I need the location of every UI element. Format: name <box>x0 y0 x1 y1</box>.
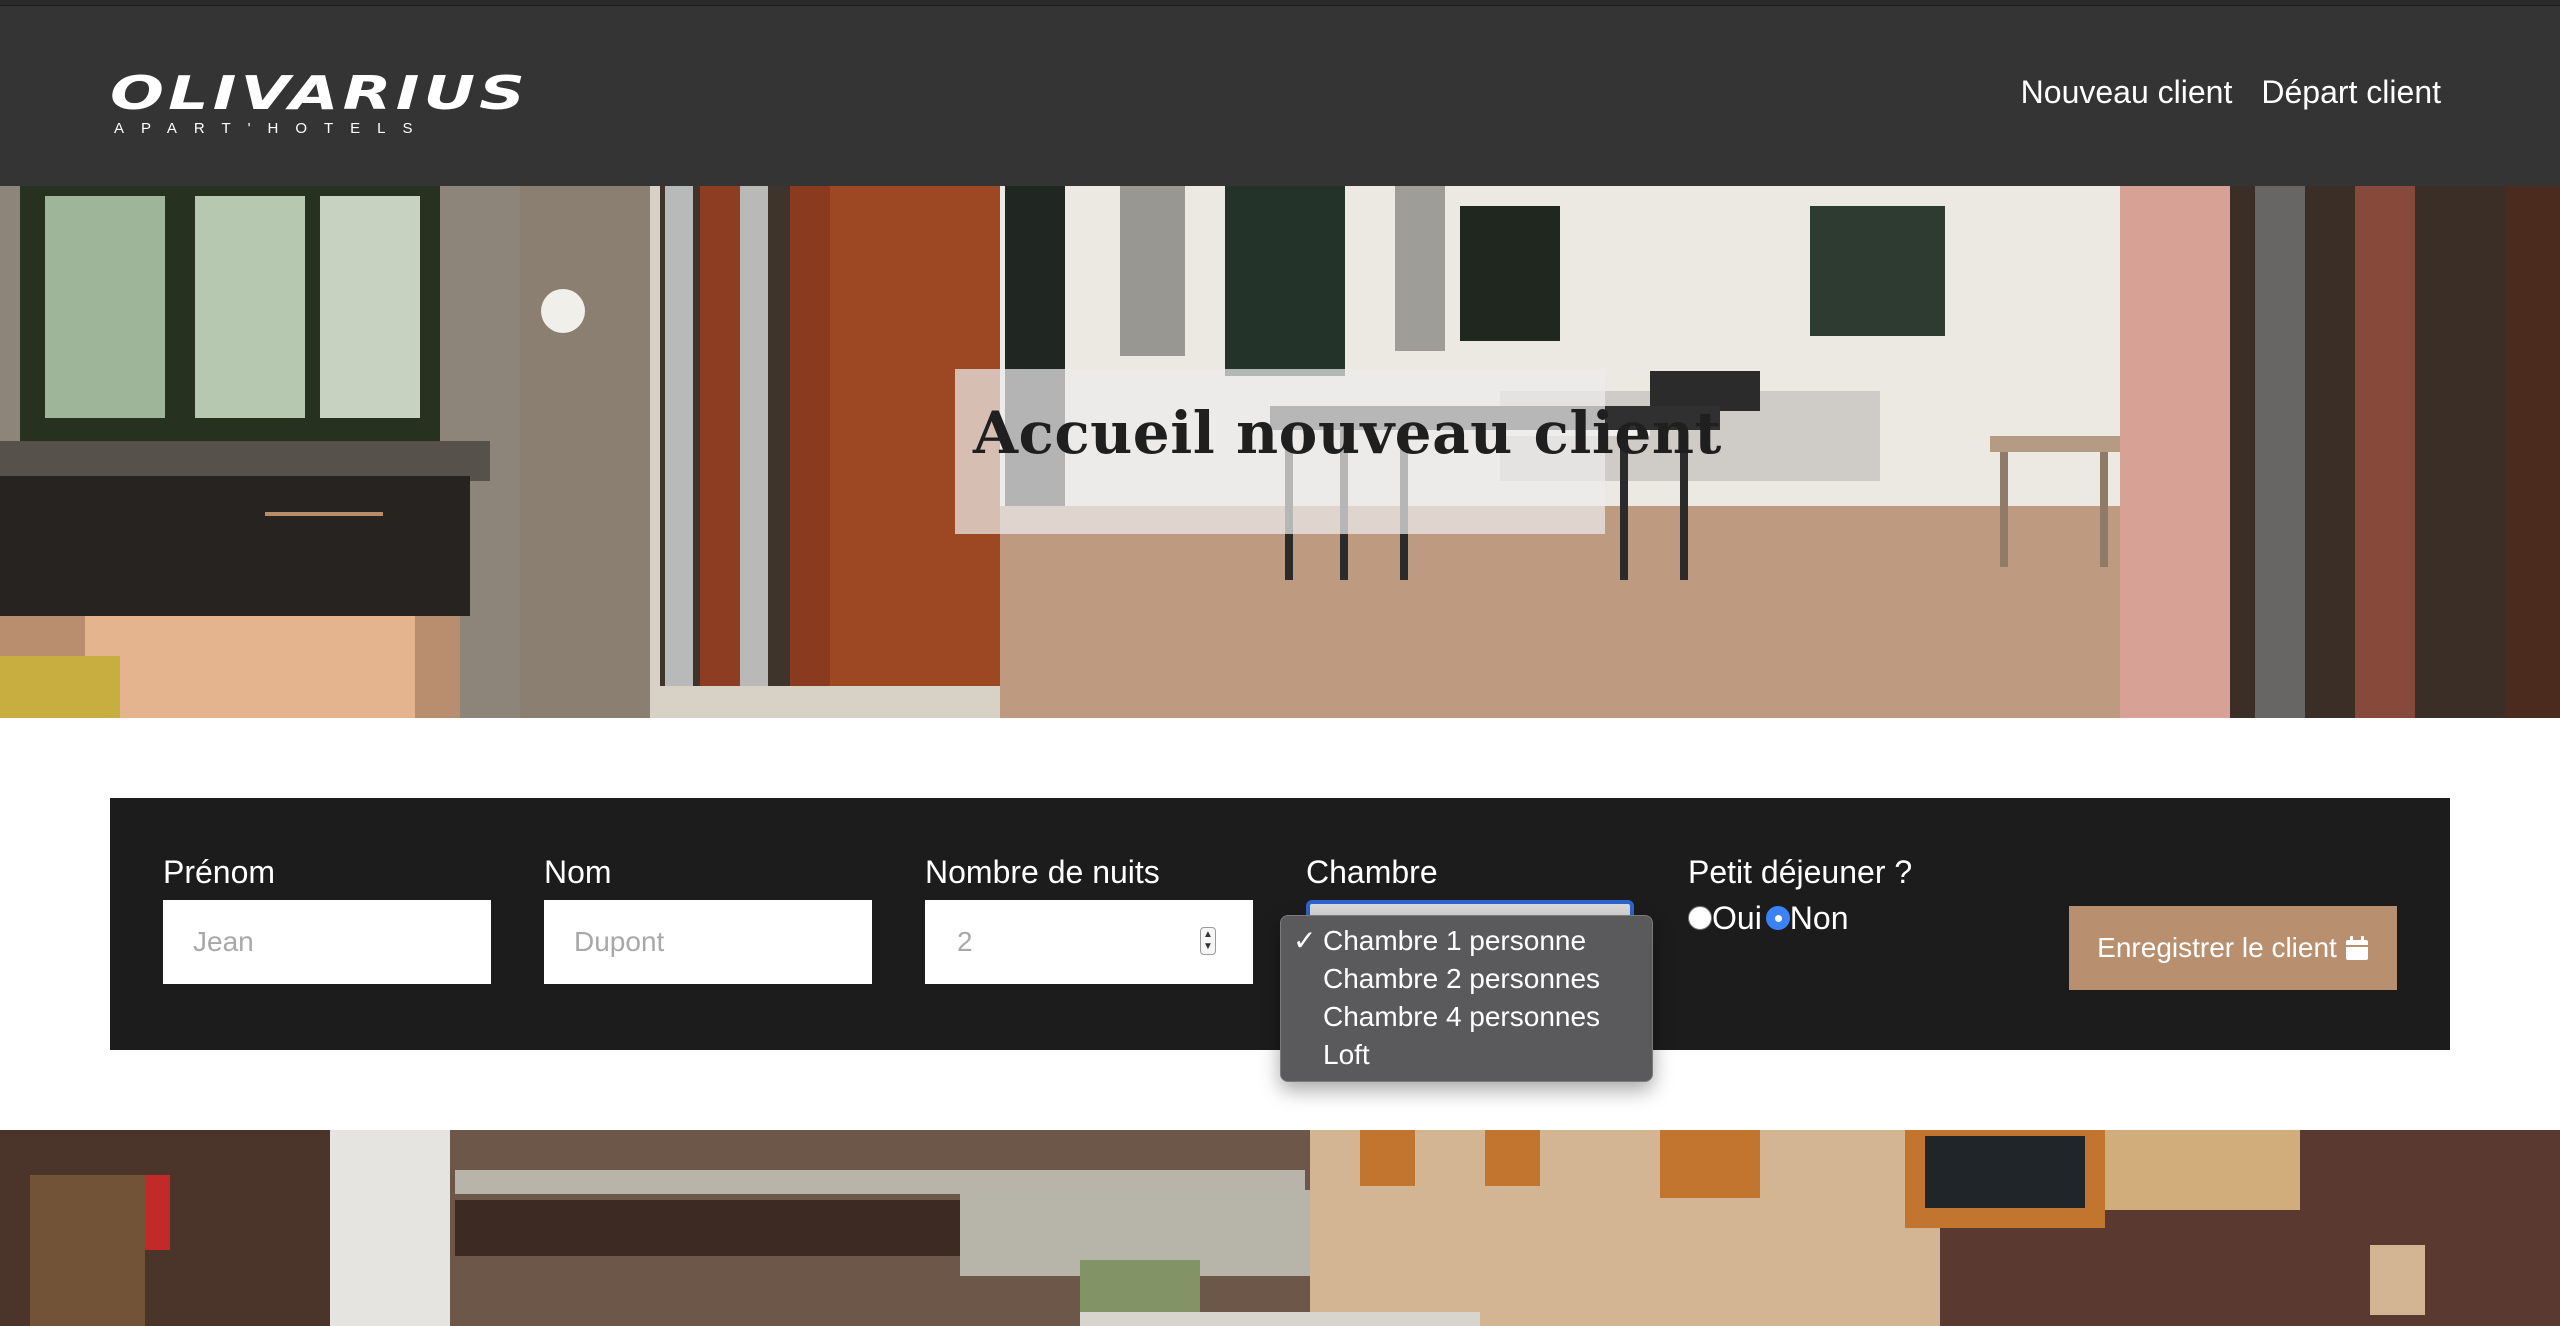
nights-label: Nombre de nuits <box>925 854 1160 890</box>
last-name-input[interactable] <box>544 900 872 984</box>
room-option[interactable]: Chambre 2 personnes <box>1281 960 1652 998</box>
title-accent-line <box>265 512 383 516</box>
room-option[interactable]: ✓ Chambre 1 personne <box>1281 922 1652 960</box>
stepper-up-icon[interactable]: ▲ <box>1203 930 1213 940</box>
olivarius-logo[interactable]: OLIVARIUS APART'HOTELS <box>110 66 525 137</box>
breakfast-label: Petit déjeuner ? <box>1688 854 1913 890</box>
page-title: Accueil nouveau client <box>973 399 1722 467</box>
hotel-atrium-photo <box>0 1130 2560 1326</box>
room-label: Chambre <box>1306 854 1438 890</box>
logo-wordmark: OLIVARIUS <box>110 66 530 120</box>
room-option-label: Chambre 4 personnes <box>1323 1001 1601 1032</box>
main-navigation: Nouveau client Départ client <box>2021 74 2441 111</box>
stepper-down-icon[interactable]: ▼ <box>1203 942 1213 952</box>
room-options-dropdown: ✓ Chambre 1 personne Chambre 2 personnes… <box>1280 915 1653 1082</box>
site-header: OLIVARIUS APART'HOTELS Nouveau client Dé… <box>0 6 2560 186</box>
nights-value: 2 <box>957 926 973 957</box>
room-option[interactable]: Chambre 4 personnes <box>1281 998 1652 1036</box>
nights-field-group: Nombre de nuits 2 ▲ ▼ <box>925 854 1253 984</box>
first-name-field-group: Prénom <box>163 854 491 984</box>
room-option[interactable]: Loft <box>1281 1036 1652 1074</box>
breakfast-field-group: Petit déjeuner ? Oui Non <box>1688 854 1912 934</box>
room-option-label: Chambre 2 personnes <box>1323 963 1601 994</box>
breakfast-yes-radio[interactable] <box>1688 906 1712 930</box>
hero-title-box: Accueil nouveau client <box>955 369 1722 534</box>
register-client-label: Enregistrer le client <box>2097 932 2337 963</box>
room-option-label: Chambre 1 personne <box>1323 925 1587 956</box>
calendar-icon <box>2345 935 2369 961</box>
nav-new-client-link[interactable]: Nouveau client <box>2021 74 2233 111</box>
logo-subtitle: APART'HOTELS <box>114 120 430 137</box>
bottom-atrium-banner <box>0 1130 2560 1326</box>
first-name-label: Prénom <box>163 854 276 890</box>
last-name-label: Nom <box>544 854 612 890</box>
checkmark-icon: ✓ <box>1293 925 1317 956</box>
breakfast-no-radio[interactable] <box>1765 906 1790 930</box>
room-option-label: Loft <box>1323 1039 1370 1070</box>
last-name-field-group: Nom <box>544 854 872 984</box>
nav-client-departure-link[interactable]: Départ client <box>2261 74 2441 111</box>
hero-banner: Accueil nouveau client <box>0 186 2560 718</box>
breakfast-yes-label[interactable]: Oui <box>1712 902 1762 934</box>
breakfast-radio-group: Oui Non <box>1688 902 1912 934</box>
nights-number-input[interactable]: 2 ▲ ▼ <box>925 900 1253 984</box>
breakfast-no-label[interactable]: Non <box>1790 902 1849 934</box>
nights-stepper[interactable]: ▲ ▼ <box>1200 927 1216 955</box>
register-client-button[interactable]: Enregistrer le client <box>2069 906 2397 990</box>
first-name-input[interactable] <box>163 900 491 984</box>
